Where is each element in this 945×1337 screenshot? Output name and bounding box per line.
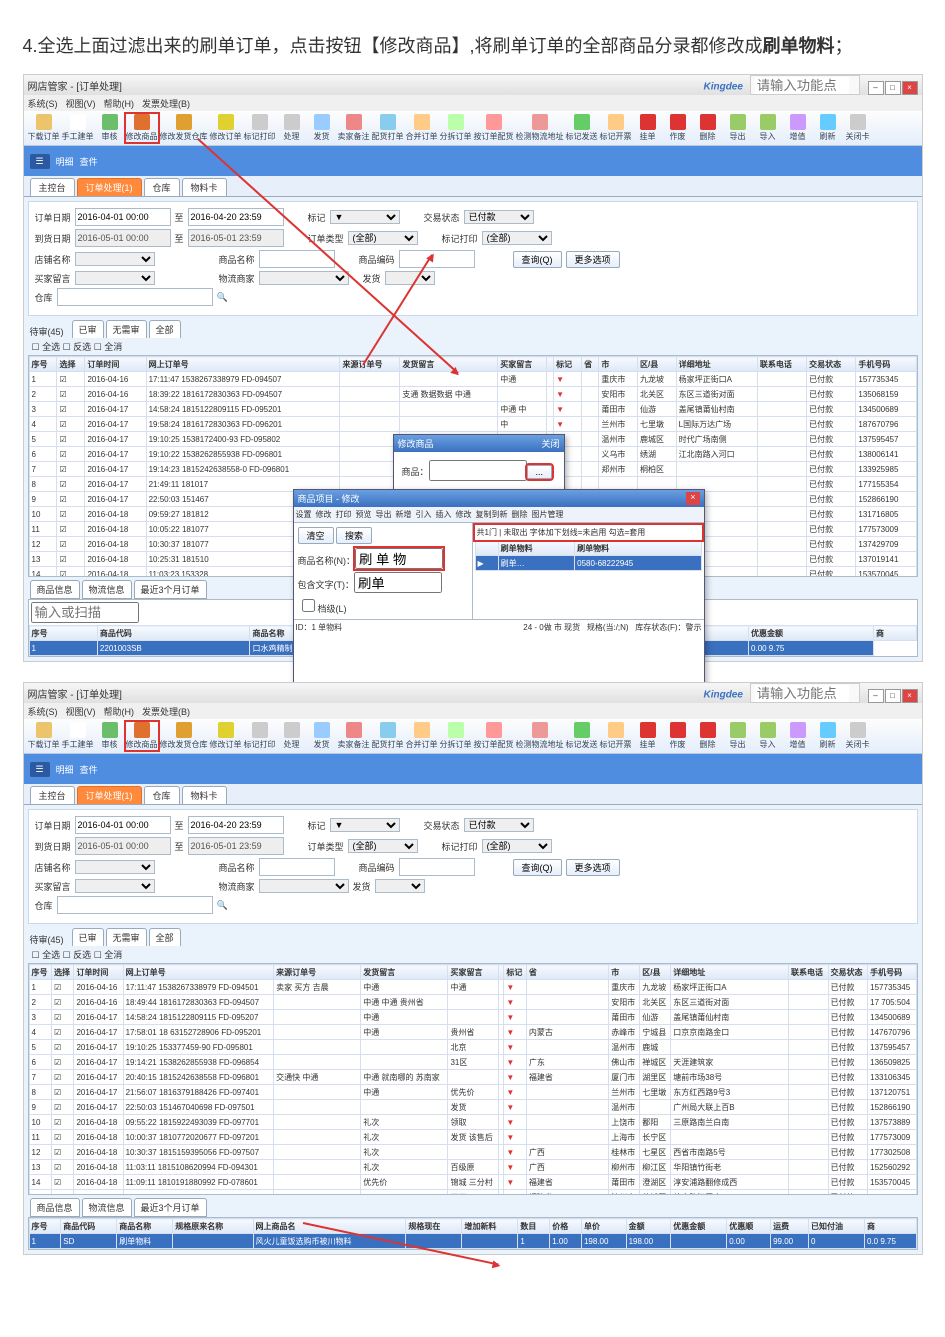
menu-bar[interactable]: 系统(S)视图(V)帮助(H)发票处理(B) bbox=[24, 95, 922, 111]
instruction-text: 4.全选上面过滤出来的刷单订单，点击按钮【修改商品】,将刷单订单的全部商品分录都… bbox=[23, 30, 923, 62]
toolbar-标记发送[interactable]: 标记发送 bbox=[566, 114, 598, 142]
toolbar-挂单[interactable]: 挂单 bbox=[634, 114, 662, 142]
toolbar-挂单[interactable]: 挂单 bbox=[634, 722, 662, 750]
toolbar-下载订单[interactable]: 下载订单 bbox=[28, 114, 60, 142]
pick-goods-button[interactable]: ... bbox=[527, 465, 553, 479]
toolbar-发货[interactable]: 发货 bbox=[308, 722, 336, 750]
toolbar-手工建单[interactable]: 手工建单 bbox=[62, 114, 94, 142]
toolbar-作废[interactable]: 作废 bbox=[664, 722, 692, 750]
toolbar-审核[interactable]: 审核 bbox=[96, 114, 124, 142]
toolbar-配货打单[interactable]: 配货打单 bbox=[372, 722, 404, 750]
orders-grid[interactable]: 序号选择订单时间网上订单号来源订单号发货留言买家留言标记省市区/县详细地址联系电… bbox=[28, 963, 918, 1195]
close-icon[interactable]: 关闭 bbox=[541, 437, 559, 450]
toolbar-配货打单[interactable]: 配货打单 bbox=[372, 114, 404, 142]
toolbar-删除[interactable]: 删除 bbox=[694, 722, 722, 750]
main-toolbar: 下载订单手工建单审核修改商品修改发货仓库修改订单标记打印处理发货卖家备注配货打单… bbox=[24, 111, 922, 146]
top-search[interactable] bbox=[755, 77, 849, 94]
toolbar-修改商品[interactable]: 修改商品 bbox=[126, 722, 158, 750]
toolbar-作废[interactable]: 作废 bbox=[664, 114, 692, 142]
main-tabs[interactable]: 主控台 订单处理(1) 仓库 物料卡 bbox=[24, 176, 922, 197]
main-toolbar: 下载订单手工建单审核修改商品修改发货仓库修改订单标记打印处理发货卖家备注配货打单… bbox=[24, 719, 922, 754]
goods-item-popup: 商品项目 - 修改× 设置修改打印预览导出新增引入插入修改复制到新删除图片管理 … bbox=[293, 489, 705, 711]
more-options-button[interactable]: 更多选项 bbox=[566, 251, 620, 268]
toolbar-标记发送[interactable]: 标记发送 bbox=[566, 722, 598, 750]
order-state-tabs[interactable]: 待审(45) 已审 无需审 全部 bbox=[24, 320, 922, 338]
window-titlebar: 网店管家 - [订单处理] Kingdee –□× bbox=[24, 75, 922, 95]
filter-panel: 订单日期 至 标记▼ 交易状态已付款 到货日期 至 订单类型(全部) 标记打印(… bbox=[28, 809, 918, 924]
toolbar-修改订单[interactable]: 修改订单 bbox=[210, 114, 242, 142]
window-titlebar: 网店管家 - [订单处理] Kingdee –□× bbox=[24, 683, 922, 703]
toolbar-标记打印[interactable]: 标记打印 bbox=[244, 722, 276, 750]
toolbar-卖家备注[interactable]: 卖家备注 bbox=[338, 722, 370, 750]
toolbar-导入[interactable]: 导入 bbox=[754, 114, 782, 142]
toolbar-按订单配货[interactable]: 按订单配货 bbox=[474, 722, 514, 750]
toolbar-修改发货仓库[interactable]: 修改发货仓库 bbox=[160, 722, 208, 750]
toolbar-手工建单[interactable]: 手工建单 bbox=[62, 722, 94, 750]
toolbar-处理[interactable]: 处理 bbox=[278, 114, 306, 142]
modify-goods-popup: 修改商品关闭 商品：... bbox=[393, 434, 565, 496]
screenshot-2: 网店管家 - [订单处理] Kingdee –□× 系统(S)视图(V)帮助(H… bbox=[23, 682, 923, 1255]
toolbar-审核[interactable]: 审核 bbox=[96, 722, 124, 750]
toolbar-标记开票[interactable]: 标记开票 bbox=[600, 114, 632, 142]
toolbar-刷新[interactable]: 刷新 bbox=[814, 722, 842, 750]
window-title: 网店管家 - [订单处理] bbox=[28, 78, 122, 93]
filter-panel: 订单日期 至 标记▼ 交易状态已付款 到货日期 至 订单类型(全部) 标记打印(… bbox=[28, 201, 918, 316]
toolbar-刷新[interactable]: 刷新 bbox=[814, 114, 842, 142]
toolbar-标记开票[interactable]: 标记开票 bbox=[600, 722, 632, 750]
query-button[interactable]: 查询(Q) bbox=[513, 251, 562, 268]
toolbar-标记打印[interactable]: 标记打印 bbox=[244, 114, 276, 142]
toolbar-处理[interactable]: 处理 bbox=[278, 722, 306, 750]
toolbar-修改商品[interactable]: 修改商品 bbox=[126, 114, 158, 142]
toolbar-卖家备注[interactable]: 卖家备注 bbox=[338, 114, 370, 142]
toolbar-增值[interactable]: 增值 bbox=[784, 722, 812, 750]
window-buttons[interactable]: –□× bbox=[867, 82, 918, 93]
toolbar-修改发货仓库[interactable]: 修改发货仓库 bbox=[160, 114, 208, 142]
toolbar-导入[interactable]: 导入 bbox=[754, 722, 782, 750]
toolbar-分拆订单[interactable]: 分拆订单 bbox=[440, 114, 472, 142]
toolbar-修改订单[interactable]: 修改订单 bbox=[210, 722, 242, 750]
toolbar-发货[interactable]: 发货 bbox=[308, 114, 336, 142]
toolbar-下载订单[interactable]: 下载订单 bbox=[28, 722, 60, 750]
toolbar-合并订单[interactable]: 合并订单 bbox=[406, 722, 438, 750]
toolbar-删除[interactable]: 删除 bbox=[694, 114, 722, 142]
toolbar-关闭卡[interactable]: 关闭卡 bbox=[844, 114, 872, 142]
toolbar-关闭卡[interactable]: 关闭卡 bbox=[844, 722, 872, 750]
kingdee-logo: Kingdee bbox=[703, 82, 742, 93]
toolbar-增值[interactable]: 增值 bbox=[784, 114, 812, 142]
result-header: 共1门 | 未取出 字体加下划线=未启用 勾选=套用 bbox=[475, 525, 702, 540]
toolbar-检测物流地址[interactable]: 检测物流地址 bbox=[516, 114, 564, 142]
toolbar-合并订单[interactable]: 合并订单 bbox=[406, 114, 438, 142]
toolbar-按订单配货[interactable]: 按订单配货 bbox=[474, 114, 514, 142]
toolbar-检测物流地址[interactable]: 检测物流地址 bbox=[516, 722, 564, 750]
toolbar-分拆订单[interactable]: 分拆订单 bbox=[440, 722, 472, 750]
toolbar-导出[interactable]: 导出 bbox=[724, 114, 752, 142]
toolbar-导出[interactable]: 导出 bbox=[724, 722, 752, 750]
sub-bar: ☰ 明细 查件 bbox=[24, 146, 922, 176]
close-icon[interactable]: × bbox=[686, 492, 699, 505]
